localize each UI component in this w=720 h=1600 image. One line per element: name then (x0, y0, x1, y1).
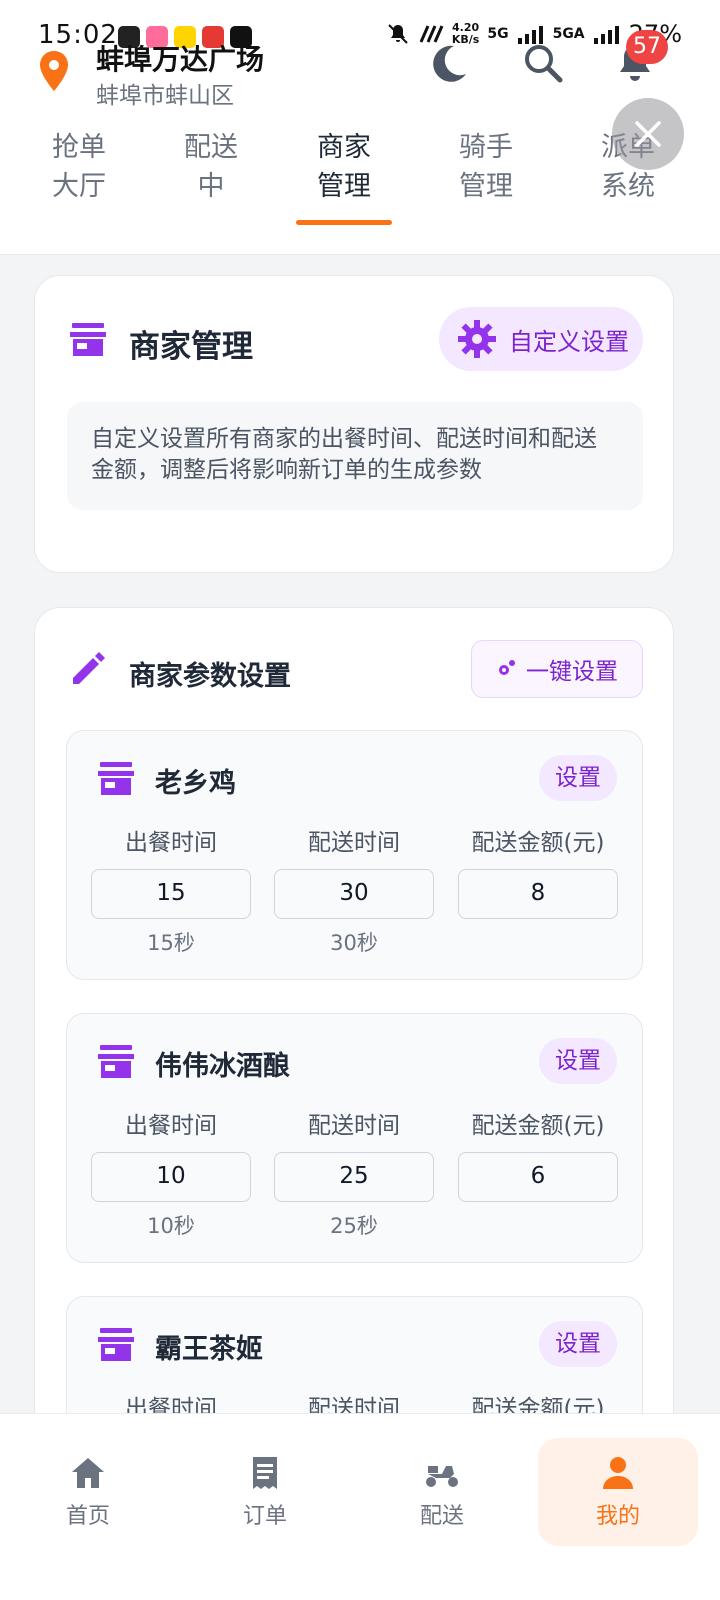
merchant-set-button[interactable]: 设置 (539, 755, 617, 801)
prep-time-hint: 10秒 (147, 1214, 195, 1238)
tab-delivering[interactable]: 配送中 (151, 128, 271, 206)
nav-mine[interactable]: 我的 (538, 1438, 698, 1546)
delivery-fee-label: 配送金额(元) (471, 830, 605, 856)
nav-delivery-label: 配送 (419, 1504, 464, 1529)
store-icon (98, 1045, 134, 1078)
tab-rider-management[interactable]: 骑手 管理 (426, 128, 546, 206)
delivery-fee-input[interactable]: 6 (458, 1152, 618, 1202)
delivery-time-label: 配送时间 (308, 1113, 400, 1139)
tab-grab-orders[interactable]: 抢单 大厅 (19, 128, 139, 206)
prep-time-label: 出餐时间 (125, 1113, 217, 1139)
merchant-set-button[interactable]: 设置 (539, 1038, 617, 1084)
merchant-params-card: 商家参数设置 一键设置 老乡鸡 设置 出餐时间 15 15秒 配送时间 30 3… (34, 607, 674, 1507)
edit-pencil-icon (73, 652, 105, 684)
delivery-time-label: 配送时间 (308, 830, 400, 856)
store-icon (70, 323, 106, 356)
top-tab-bar: 抢单大厅 配送中 商家管理 骑手管理 派单系统 (0, 128, 720, 228)
merchant-row: 老乡鸡 设置 出餐时间 15 15秒 配送时间 30 30秒 配送金额(元) 8 (66, 730, 643, 980)
close-icon (635, 121, 661, 147)
params-card-title: 商家参数设置 (129, 661, 291, 692)
prep-time-input[interactable]: 10 (91, 1152, 251, 1202)
gear-icon (458, 320, 496, 358)
custom-settings-button[interactable]: 自定义设置 (439, 307, 643, 371)
delivery-time-hint: 25秒 (330, 1214, 378, 1238)
management-description: 自定义设置所有商家的出餐时间、配送时间和配送金额，调整后将影响新订单的生成参数 (67, 402, 643, 510)
one-key-settings-label: 一键设置 (526, 659, 618, 685)
merchant-management-card: 商家管理 自定义设置 自定义设置所有商家的出餐时间、配送时间和配送金额，调整后将… (34, 275, 674, 573)
active-tab-indicator (296, 220, 392, 225)
delivery-fee-input[interactable]: 8 (458, 869, 618, 919)
dark-mode-moon-icon[interactable] (424, 40, 470, 86)
merchant-row: 伟伟冰酒酿 设置 出餐时间 10 10秒 配送时间 25 25秒 配送金额(元)… (66, 1013, 643, 1263)
merchant-name: 伟伟冰酒酿 (155, 1051, 290, 1082)
store-icon (98, 762, 134, 795)
top-header: 15:02 4.20KB/s 5G 5GA 27% 蚌埠万达广场 蚌埠市蚌山区 (0, 0, 720, 255)
cog-small-icon (499, 660, 515, 675)
home-icon (72, 1458, 104, 1488)
scooter-icon (426, 1466, 458, 1487)
tab-merchant-management[interactable]: 商家 管理 (284, 128, 404, 206)
nav-mine-label: 我的 (595, 1504, 640, 1529)
user-icon (603, 1457, 633, 1489)
floating-close-button[interactable] (612, 98, 684, 170)
nav-orders-label: 订单 (242, 1504, 287, 1529)
store-icon (98, 1328, 134, 1361)
search-icon[interactable] (520, 40, 566, 86)
location-pin-icon (40, 51, 68, 91)
bottom-navigation: 首页 订单 配送 我的 (0, 1413, 720, 1600)
prep-time-label: 出餐时间 (125, 830, 217, 856)
receipt-icon (253, 1457, 277, 1489)
nav-home-label: 首页 (65, 1504, 110, 1529)
card-title: 商家管理 (129, 329, 253, 365)
mute-bell-icon (388, 24, 408, 44)
custom-settings-label: 自定义设置 (509, 327, 629, 356)
prep-time-hint: 15秒 (147, 931, 195, 955)
nav-home[interactable]: 首页 (8, 1438, 168, 1546)
delivery-time-input[interactable]: 30 (274, 869, 434, 919)
signal-5g: 5G (487, 26, 509, 42)
nav-delivery[interactable]: 配送 (362, 1438, 522, 1546)
merchant-name: 老乡鸡 (155, 768, 236, 799)
merchant-name: 霸王茶姬 (155, 1334, 263, 1365)
notification-count-badge: 57 (626, 30, 668, 64)
merchant-set-button[interactable]: 设置 (539, 1321, 617, 1367)
nav-orders[interactable]: 订单 (185, 1438, 345, 1546)
location-name[interactable]: 蚌埠万达广场 (96, 38, 264, 78)
delivery-time-input[interactable]: 25 (274, 1152, 434, 1202)
delivery-time-hint: 30秒 (330, 931, 378, 955)
delivery-fee-label: 配送金额(元) (471, 1113, 605, 1139)
prep-time-input[interactable]: 15 (91, 869, 251, 919)
one-key-settings-button[interactable]: 一键设置 (471, 640, 643, 698)
location-district: 蚌埠市蚌山区 (96, 83, 234, 109)
